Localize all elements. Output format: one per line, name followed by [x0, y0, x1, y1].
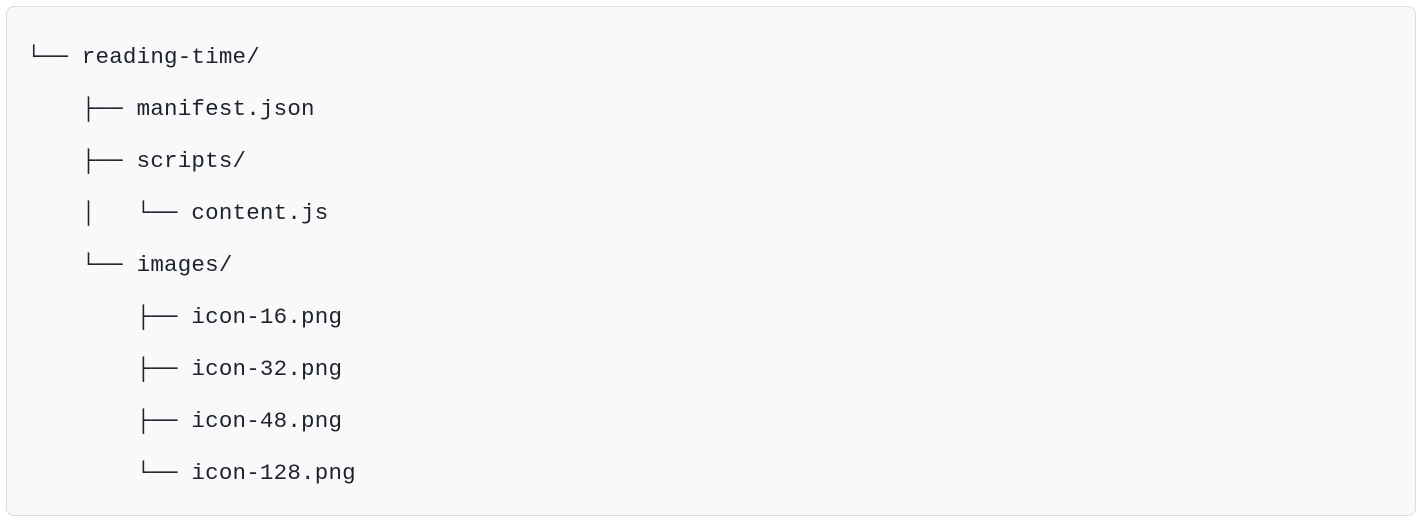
tree-line: ├── scripts/ — [27, 135, 1395, 187]
tree-line: ├── icon-16.png — [27, 291, 1395, 343]
tree-line: └── icon-128.png — [27, 447, 1395, 499]
tree-line: ├── icon-32.png — [27, 343, 1395, 395]
tree-line: │ └── content.js — [27, 187, 1395, 239]
tree-line: └── reading-time/ — [27, 31, 1395, 83]
tree-line: ├── icon-48.png — [27, 395, 1395, 447]
tree-line: └── images/ — [27, 239, 1395, 291]
directory-tree: └── reading-time/ ├── manifest.json ├── … — [6, 6, 1416, 516]
tree-line: ├── manifest.json — [27, 83, 1395, 135]
